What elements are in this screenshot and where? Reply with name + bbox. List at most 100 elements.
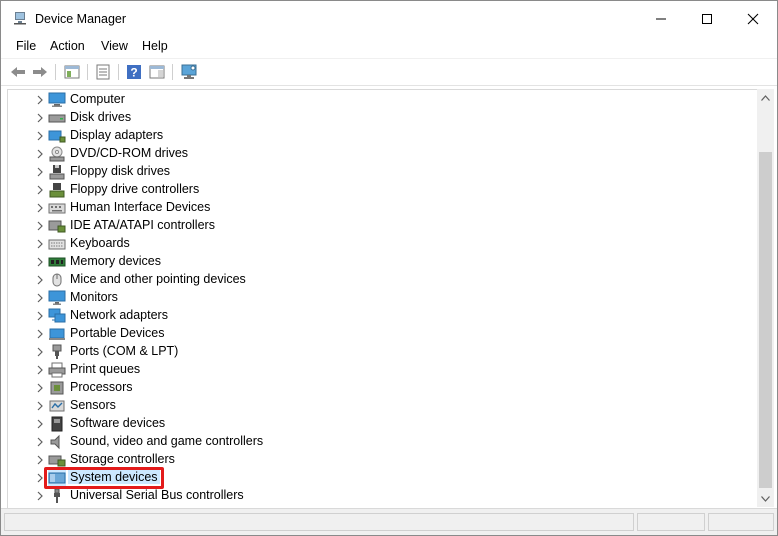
software-device-icon [48,416,66,432]
help-button[interactable]: ? [125,63,143,81]
properties-button[interactable] [94,63,112,81]
monitor-icon [48,290,66,306]
chevron-right-icon[interactable] [35,309,45,323]
tree-item[interactable]: Keyboards [8,235,748,253]
chevron-right-icon[interactable] [35,183,45,197]
status-bar [1,508,777,535]
close-button[interactable] [730,1,776,37]
chevron-right-icon[interactable] [35,165,45,179]
scroll-thumb[interactable] [759,152,772,488]
toolbar: ? [1,58,777,86]
chevron-right-icon[interactable] [35,93,45,107]
chevron-right-icon[interactable] [35,129,45,143]
chevron-right-icon[interactable] [35,489,45,503]
tree-item[interactable]: IDE ATA/ATAPI controllers [8,217,748,235]
tree-item-label: Keyboards [70,236,130,250]
usb-icon [48,488,66,504]
tree-item-label: Mice and other pointing devices [70,272,246,286]
menu-help[interactable]: Help [142,39,168,53]
tree-item[interactable]: Monitors [8,289,748,307]
chevron-up-icon [761,94,770,101]
floppy-disk-icon [48,164,66,180]
forward-arrow-icon [33,67,47,77]
tree-item-label: Software devices [70,416,166,430]
status-segment-3 [708,513,774,531]
chevron-right-icon[interactable] [35,363,45,377]
action-pane-icon [149,65,165,79]
maximize-icon [702,14,712,24]
dvd-drive-icon [48,146,66,162]
tree-item[interactable]: Software devices [8,415,748,433]
chevron-right-icon[interactable] [35,381,45,395]
tree-item[interactable]: Disk drives [8,109,748,127]
chevron-right-icon[interactable] [35,201,45,215]
show-hide-tree-icon [64,65,80,79]
action-pane-button[interactable] [148,63,166,81]
tree-item-label: Sensors [70,398,116,412]
highlight-box [44,467,164,489]
hid-icon [48,200,66,216]
chevron-right-icon[interactable] [35,111,45,125]
chevron-right-icon[interactable] [35,327,45,341]
tree-item[interactable]: Sensors [8,397,748,415]
tree-item-label: Human Interface Devices [70,200,211,214]
tree-item[interactable]: Print queues [8,361,748,379]
tree-item[interactable]: Universal Serial Bus controllers [8,487,748,505]
processor-icon [48,380,66,396]
chevron-right-icon[interactable] [35,417,45,431]
tree-item-label: DVD/CD-ROM drives [70,146,189,160]
scroll-up-button[interactable] [757,89,774,106]
ide-controller-icon [48,218,66,234]
tree-item[interactable]: Processors [8,379,748,397]
device-manager-app-icon [14,12,26,25]
scan-hardware-button[interactable] [180,63,198,81]
portable-device-icon [48,326,66,342]
tree-item[interactable]: Ports (COM & LPT) [8,343,748,361]
show-hide-tree-button[interactable] [63,63,81,81]
properties-icon [96,64,110,80]
chevron-right-icon[interactable] [35,255,45,269]
disk-drive-icon [48,110,66,126]
menu-view[interactable]: View [101,39,128,53]
tree-item-label: Memory devices [70,254,161,268]
menu-file[interactable]: File [16,39,36,53]
maximize-button[interactable] [684,1,730,37]
title-bar[interactable]: Device Manager [1,1,777,37]
menu-action[interactable]: Action [50,39,85,53]
tree-item[interactable]: Computer [8,91,748,109]
tree-item[interactable]: Portable Devices [8,325,748,343]
window-title: Device Manager [35,12,127,26]
sensor-icon [48,398,66,414]
tree-item[interactable]: Network adapters [8,307,748,325]
tree-item[interactable]: Sound, video and game controllers [8,433,748,451]
tree-item-label: Display adapters [70,128,164,142]
close-icon [747,13,759,25]
tree-item[interactable]: Mice and other pointing devices [8,271,748,289]
scroll-down-button[interactable] [757,490,774,507]
tree-item[interactable]: Memory devices [8,253,748,271]
floppy-controller-icon [48,182,66,198]
tree-item[interactable]: Floppy drive controllers [8,181,748,199]
port-icon [48,344,66,360]
tree-item[interactable]: Floppy disk drives [8,163,748,181]
vertical-scrollbar[interactable] [757,89,774,507]
chevron-right-icon[interactable] [35,237,45,251]
minimize-button[interactable] [638,1,684,37]
back-arrow-icon [11,67,25,77]
keyboard-icon [48,236,66,252]
chevron-right-icon[interactable] [35,399,45,413]
chevron-right-icon[interactable] [35,147,45,161]
mouse-icon [48,272,66,288]
printer-icon [48,362,66,378]
chevron-right-icon[interactable] [35,273,45,287]
chevron-right-icon[interactable] [35,219,45,233]
forward-button[interactable] [31,63,49,81]
chevron-right-icon[interactable] [35,345,45,359]
chevron-right-icon[interactable] [35,453,45,467]
chevron-right-icon[interactable] [35,435,45,449]
back-button[interactable] [9,63,27,81]
tree-item[interactable]: DVD/CD-ROM drives [8,145,748,163]
tree-item[interactable]: Human Interface Devices [8,199,748,217]
tree-item[interactable]: Display adapters [8,127,748,145]
chevron-right-icon[interactable] [35,291,45,305]
